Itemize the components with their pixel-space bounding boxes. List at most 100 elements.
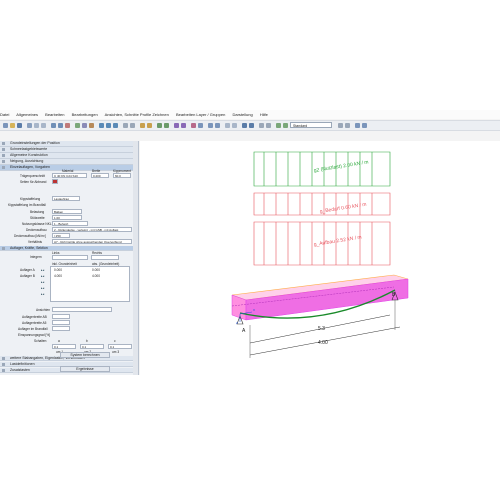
section-auflager[interactable]: Auflager, Kräfte, Sektion bbox=[0, 246, 138, 251]
print-icon[interactable] bbox=[27, 123, 32, 128]
grid-cell-a[interactable]: 0.1 bbox=[52, 344, 76, 349]
support-icon[interactable] bbox=[164, 123, 169, 128]
expand-icon bbox=[2, 160, 5, 163]
layout-icon[interactable] bbox=[345, 123, 350, 128]
auflager-a-label: Auflager A bbox=[20, 268, 35, 272]
nutzungsklasse-select[interactable]: 1 - Beheizt bbox=[52, 221, 88, 226]
drawing-canvas[interactable]: g_Bedarf 0.60 kN / m g_Aufbau 2.52 kN / … bbox=[140, 141, 500, 375]
layer-icon[interactable] bbox=[82, 123, 87, 128]
view-top-icon[interactable] bbox=[106, 123, 111, 128]
section-icon[interactable] bbox=[174, 123, 179, 128]
new-icon[interactable] bbox=[3, 123, 8, 128]
seiten-abbrand-label: Seiten für Abbrand bbox=[20, 180, 47, 184]
stuetzweite-field[interactable]: 1.00 bbox=[52, 215, 82, 220]
menu-item-allgemeines[interactable]: Allgemeines bbox=[16, 112, 38, 117]
text-icon[interactable] bbox=[147, 123, 152, 128]
row-arrow-icon[interactable]: ▸◂ bbox=[41, 280, 44, 284]
expand-icon bbox=[2, 154, 5, 157]
menu-item-bearbeitungen[interactable]: Bearbeitungen bbox=[72, 112, 98, 117]
auflagerbreite-a5-field[interactable] bbox=[52, 320, 70, 325]
menu-item-hilfe[interactable]: Hilfe bbox=[260, 112, 268, 117]
window-icon[interactable] bbox=[355, 123, 360, 128]
auflager-brandfall-label: Auflager im Brandfall bbox=[18, 327, 48, 331]
grid-unit-c: um 3 bbox=[112, 350, 120, 354]
settings-icon[interactable] bbox=[259, 123, 264, 128]
menu-item-datei[interactable]: Datei bbox=[0, 112, 9, 117]
import-icon[interactable] bbox=[249, 123, 254, 128]
menu-item-bearbeiten[interactable]: Bearbeiten bbox=[45, 112, 64, 117]
belastung-field[interactable]: Balken bbox=[52, 209, 82, 214]
deckenaufbau-wert-field[interactable]: / 250 bbox=[52, 233, 70, 238]
system-berechnen-button[interactable]: System berechnen bbox=[60, 352, 110, 358]
ergebnisse-button[interactable]: Ergebnisse bbox=[60, 366, 110, 372]
einspannungsgrad-label: Einspannungsgrad [%] bbox=[18, 333, 51, 337]
view-3d-icon[interactable] bbox=[99, 123, 104, 128]
measure-icon[interactable] bbox=[225, 123, 230, 128]
help-icon[interactable] bbox=[362, 123, 367, 128]
auflager-brandfall-field[interactable] bbox=[52, 326, 70, 331]
rechts-field[interactable] bbox=[91, 255, 119, 260]
toolbar: Standard bbox=[0, 120, 500, 131]
expand-icon bbox=[2, 148, 5, 151]
point-a-label: A bbox=[242, 328, 246, 334]
deckenaufbau-select[interactable]: 2 - Rollendecke - verleimt - mit GSB - m… bbox=[52, 227, 132, 232]
panel-scrollbar[interactable] bbox=[133, 141, 138, 375]
refresh-icon[interactable] bbox=[198, 123, 203, 128]
zoom-icon[interactable] bbox=[51, 123, 56, 128]
auflagerbreite-a5-label: Auflagerbreite A5 bbox=[22, 321, 47, 325]
row-arrow-icon[interactable]: ▸◂ bbox=[41, 292, 44, 296]
save-icon[interactable] bbox=[17, 123, 22, 128]
row-arrow-icon[interactable]: ▸◂ bbox=[41, 286, 44, 290]
links-field[interactable] bbox=[52, 255, 88, 260]
traegerquerschnitt-field[interactable]: C 40 KN C24 S10 bbox=[52, 173, 87, 178]
table-cell[interactable]: 0.000 bbox=[54, 268, 62, 272]
mirror-icon[interactable] bbox=[215, 123, 220, 128]
tools-icon[interactable] bbox=[89, 123, 94, 128]
row-arrow-icon[interactable]: ▸◂ bbox=[41, 274, 44, 278]
view-side-icon[interactable] bbox=[113, 123, 118, 128]
expand-icon bbox=[2, 369, 5, 372]
rotate-icon[interactable] bbox=[208, 123, 213, 128]
dimension-icon[interactable] bbox=[140, 123, 145, 128]
breite-field[interactable]: 0.200 bbox=[91, 173, 109, 178]
collapse-icon bbox=[2, 166, 5, 169]
filter-icon[interactable] bbox=[232, 123, 237, 128]
check-icon[interactable] bbox=[276, 123, 281, 128]
grid-cell-b[interactable]: 0.1 bbox=[80, 344, 104, 349]
delete-icon[interactable] bbox=[65, 123, 70, 128]
grid-icon[interactable] bbox=[123, 123, 128, 128]
dropdown-icon[interactable] bbox=[338, 123, 343, 128]
redo-icon[interactable] bbox=[41, 123, 46, 128]
deckenaufbau-label: Deckenaufbau bbox=[26, 228, 47, 232]
load-icon[interactable] bbox=[157, 123, 162, 128]
info-icon[interactable] bbox=[266, 123, 271, 128]
application-window: Datei Allgemeines Bearbeiten Bearbeitung… bbox=[0, 110, 500, 375]
table-cell[interactable]: 0.000 bbox=[92, 268, 100, 272]
grid-cell-c[interactable]: 0.1 bbox=[108, 344, 132, 349]
calculate-icon[interactable] bbox=[75, 123, 80, 128]
z-axis-label: z bbox=[236, 320, 238, 325]
kippmoment-field[interactable]: 60.0 bbox=[113, 173, 131, 178]
menu-item-darstellung[interactable]: Darstellung bbox=[232, 112, 252, 117]
ansichten-field[interactable] bbox=[52, 307, 112, 312]
auflager-table bbox=[50, 266, 130, 302]
view-select[interactable]: Standard bbox=[290, 122, 332, 128]
kippstaffelung-field[interactable]: Lastauftrag bbox=[52, 196, 80, 201]
menu-item-layer[interactable]: Bearbeiten Layer / Gruppen bbox=[176, 112, 225, 117]
pan-icon[interactable] bbox=[58, 123, 63, 128]
table-cell[interactable]: 4.000 bbox=[92, 274, 100, 278]
nutzungsklasse-label: Nutzungsklasse NKL bbox=[22, 222, 52, 226]
snap-icon[interactable] bbox=[130, 123, 135, 128]
open-icon[interactable] bbox=[10, 123, 15, 128]
run-icon[interactable] bbox=[283, 123, 288, 128]
undo-icon[interactable] bbox=[34, 123, 39, 128]
menu-item-ansichten[interactable]: Ansichten, Schnitte Profile Zeichnen bbox=[105, 112, 169, 117]
color-icon[interactable] bbox=[191, 123, 196, 128]
export-icon[interactable] bbox=[242, 123, 247, 128]
abbrand-color-swatch[interactable] bbox=[52, 179, 58, 184]
profile-icon[interactable] bbox=[181, 123, 186, 128]
verhaeltnis-select[interactable]: A7 - Rohrmörtle ohne ausreichenden Querv… bbox=[52, 239, 132, 244]
auflagerbreite-ab-field[interactable] bbox=[52, 314, 70, 319]
table-cell[interactable]: 4.000 bbox=[54, 274, 62, 278]
row-arrow-icon[interactable]: ▸◂ bbox=[41, 268, 44, 272]
